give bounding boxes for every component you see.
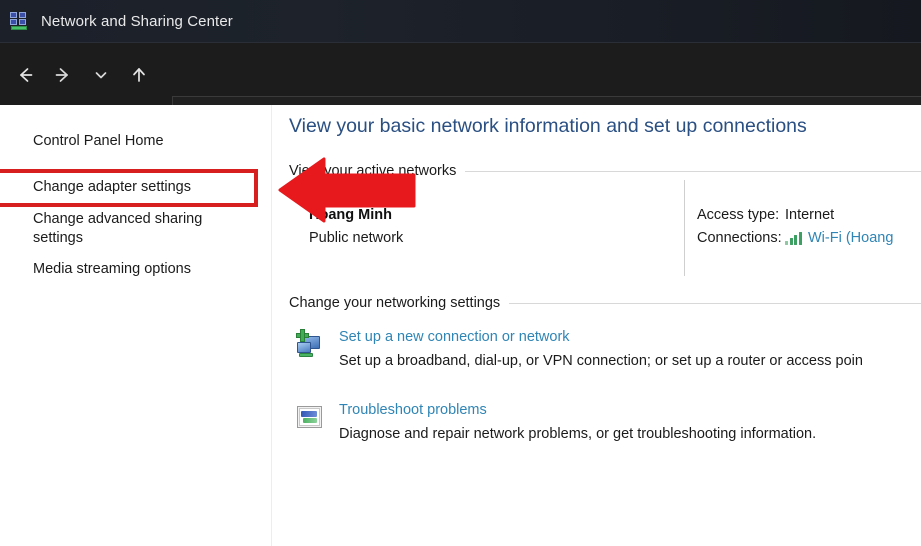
task-link-troubleshoot-problems[interactable]: Troubleshoot problems	[339, 402, 487, 418]
window-title: Network and Sharing Center	[41, 13, 233, 30]
page-title: View your basic network information and …	[289, 115, 807, 138]
task-link-set-up-new-connection[interactable]: Set up a new connection or network	[339, 329, 570, 345]
sidebar-item-control-panel-home[interactable]: Control Panel Home	[33, 132, 164, 151]
section-header-active-networks: View your active networks	[289, 163, 921, 179]
back-button[interactable]	[6, 55, 44, 95]
active-network-type: Public network	[309, 230, 403, 246]
section-header-active-networks-label: View your active networks	[289, 163, 456, 179]
task-set-up-new-connection[interactable]: Set up a new connection or network Set u…	[289, 327, 921, 379]
control-panel-network-icon	[10, 12, 29, 30]
task-description-troubleshoot-problems: Diagnose and repair network problems, or…	[339, 426, 816, 442]
forward-button[interactable]	[44, 55, 82, 95]
task-troubleshoot-problems[interactable]: Troubleshoot problems Diagnose and repai…	[289, 400, 921, 452]
window-title-bar: Network and Sharing Center	[0, 0, 921, 42]
active-network-name: Hoang Minh	[309, 207, 392, 223]
sidebar-item-change-advanced-sharing-settings[interactable]: Change advanced sharing settings	[33, 210, 202, 248]
window-content: Control Panel Home Change adapter settin…	[0, 105, 921, 546]
section-header-networking-settings-label: Change your networking settings	[289, 295, 500, 311]
access-type-label: Access type:	[697, 207, 785, 223]
address-toolbar: › Control Panel › All Control Panel Item…	[0, 42, 921, 106]
network-and-sharing-center-window: Network and Sharing Center	[0, 0, 921, 546]
section-divider	[509, 303, 921, 304]
navigation-buttons	[6, 43, 158, 106]
section-divider	[465, 171, 921, 172]
recent-locations-button[interactable]	[82, 55, 120, 95]
sidebar-item-change-adapter-settings[interactable]: Change adapter settings	[33, 178, 191, 197]
vertical-divider	[684, 180, 685, 276]
up-one-level-button[interactable]	[120, 55, 158, 95]
access-type-value: Internet	[785, 207, 834, 223]
sidebar-task-pane: Control Panel Home Change adapter settin…	[0, 105, 272, 546]
connections-label: Connections:	[697, 230, 785, 246]
main-pane: View your basic network information and …	[272, 105, 921, 546]
detail-row-access-type: Access type: Internet	[697, 207, 834, 223]
connections-value-link[interactable]: Wi-Fi (Hoang	[808, 230, 893, 246]
sidebar-item-media-streaming-options[interactable]: Media streaming options	[33, 260, 191, 279]
task-description-set-up-new-connection: Set up a broadband, dial-up, or VPN conn…	[339, 353, 863, 369]
section-header-networking-settings: Change your networking settings	[289, 295, 921, 311]
wifi-signal-icon	[785, 232, 803, 245]
detail-row-connections: Connections: Wi-Fi (Hoang	[697, 230, 893, 246]
